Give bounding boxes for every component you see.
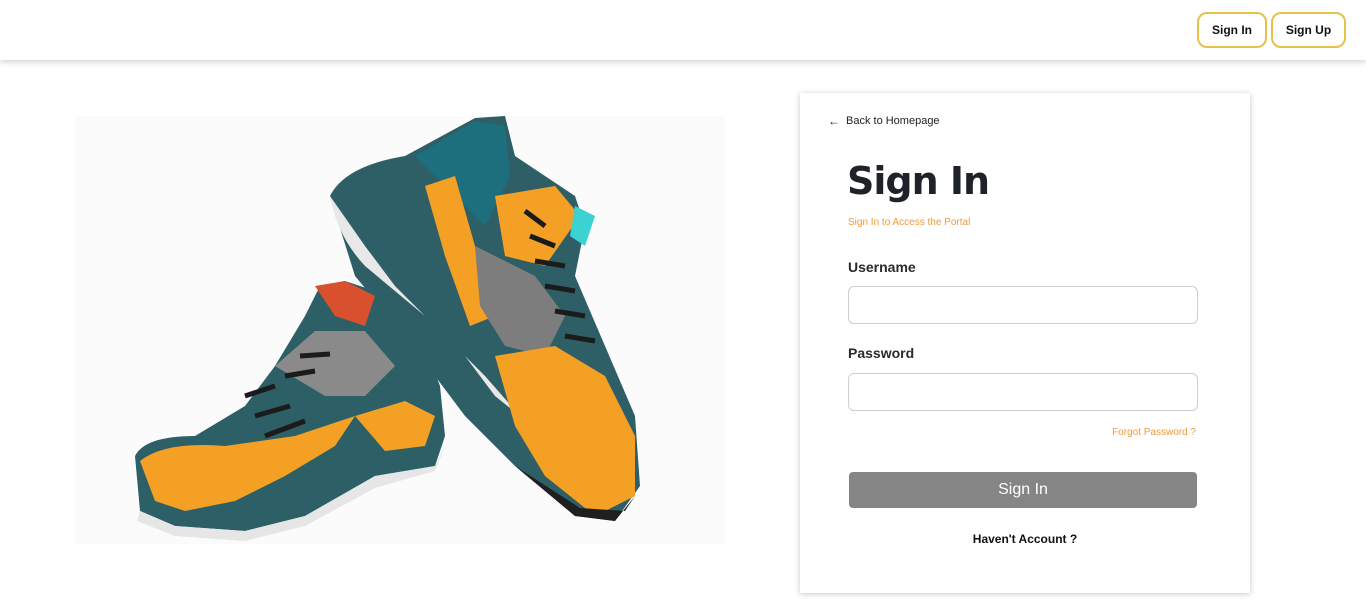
nav-signup-button[interactable]: Sign Up [1271,12,1346,48]
password-input[interactable] [848,373,1198,411]
page-title: Sign In [847,159,990,203]
username-label: Username [848,259,916,275]
forgot-password-link[interactable]: Forgot Password ? [1112,427,1196,438]
signin-submit-button[interactable]: Sign In [849,472,1197,508]
back-link-label: Back to Homepage [846,115,940,127]
username-input[interactable] [848,286,1198,324]
page-subtitle: Sign In to Access the Portal [848,217,971,228]
signin-card: ← Back to Homepage Sign In Sign In to Ac… [800,93,1250,593]
nav-signin-button[interactable]: Sign In [1197,12,1267,48]
sneakers-image [75,116,725,544]
left-sneaker-shape [135,281,445,541]
password-label: Password [848,345,915,361]
no-account-link[interactable]: Haven't Account ? [800,532,1250,546]
top-navbar: Sign In Sign Up [0,0,1366,60]
back-to-homepage-link[interactable]: ← Back to Homepage [828,115,940,127]
arrow-left-icon: ← [828,114,840,128]
